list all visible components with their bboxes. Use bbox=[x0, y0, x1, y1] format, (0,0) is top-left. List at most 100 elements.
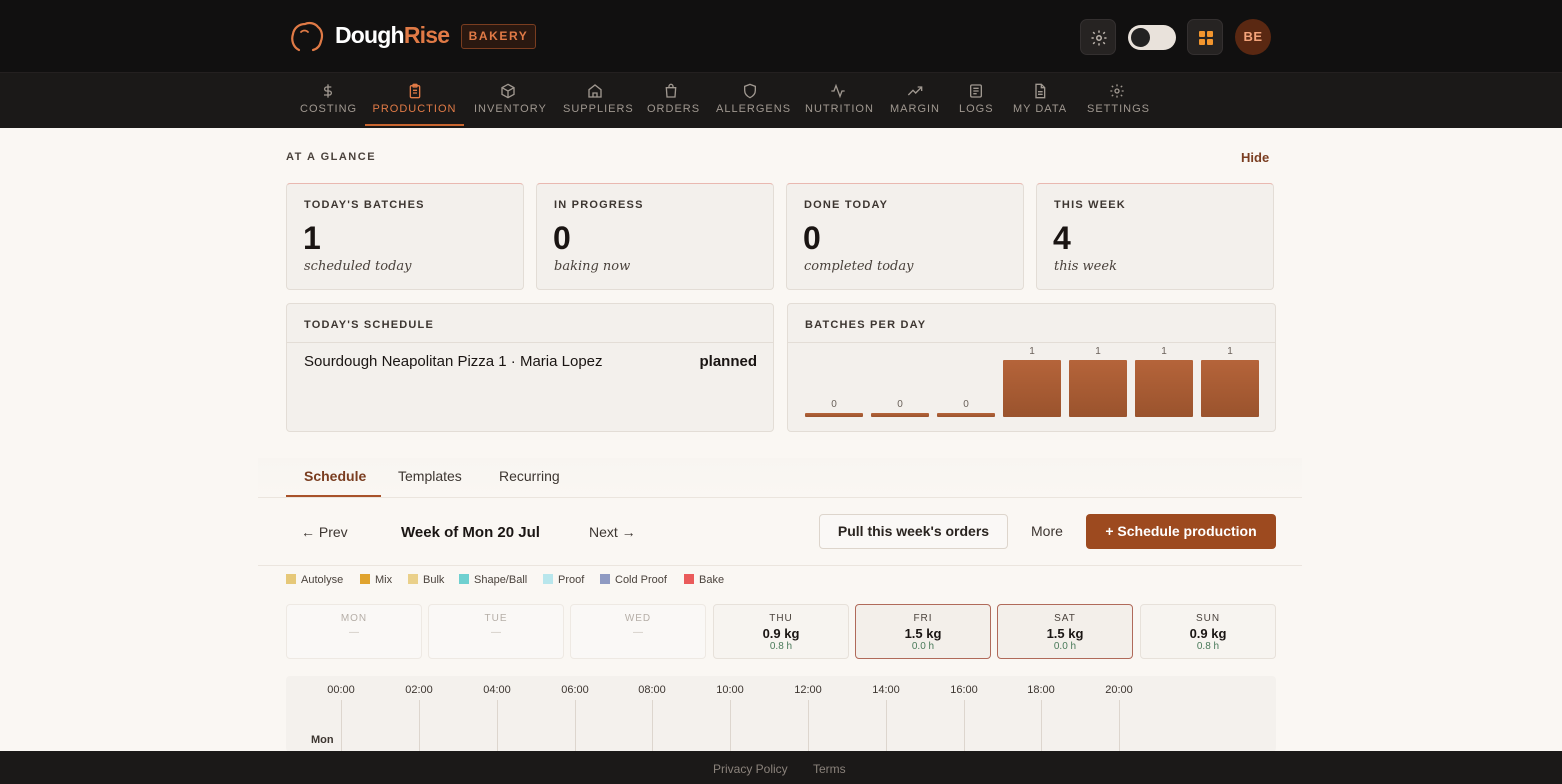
hour-gridline bbox=[575, 700, 576, 752]
prev-week-button[interactable]: ← Prev bbox=[301, 524, 348, 540]
divider bbox=[788, 342, 1275, 343]
nav-my-data[interactable]: MY DATA bbox=[1013, 73, 1067, 128]
hour-label: 12:00 bbox=[794, 684, 822, 696]
nav-settings[interactable]: SETTINGS bbox=[1087, 73, 1149, 128]
day-card-thu[interactable]: THU 0.9 kg 0.8 h bbox=[713, 604, 849, 659]
day-name: SAT bbox=[1054, 613, 1076, 624]
nav-margin[interactable]: MARGIN bbox=[890, 73, 940, 128]
chart-bar bbox=[1069, 360, 1127, 417]
bag-icon bbox=[665, 83, 677, 98]
chart-bar bbox=[937, 413, 995, 417]
hour-gridline bbox=[652, 700, 653, 752]
active-tab-indicator bbox=[286, 495, 381, 497]
user-avatar[interactable]: BE bbox=[1235, 19, 1271, 55]
more-button[interactable]: More bbox=[1031, 523, 1063, 539]
hide-glance-button[interactable]: Hide bbox=[1241, 150, 1269, 165]
hour-gridline bbox=[808, 700, 809, 752]
nav-suppliers[interactable]: SUPPLIERS bbox=[563, 73, 633, 128]
privacy-policy-link[interactable]: Privacy Policy bbox=[713, 762, 788, 776]
nav-production[interactable]: PRODUCTION bbox=[365, 73, 464, 128]
day-kg: — bbox=[633, 627, 643, 638]
day-card-tue[interactable]: TUE — bbox=[428, 604, 564, 659]
day-hours: 0.0 h bbox=[911, 641, 935, 652]
chart-bar bbox=[805, 413, 863, 417]
stat-card-done-today: DONE TODAY 0 completed today bbox=[786, 183, 1024, 290]
hour-gridline bbox=[1041, 700, 1042, 752]
schedule-item[interactable]: Sourdough Neapolitan Pizza 1 · Maria Lop… bbox=[304, 353, 603, 370]
day-card-sun[interactable]: SUN 0.9 kg 0.8 h bbox=[1140, 604, 1276, 659]
nav-label: NUTRITION bbox=[805, 103, 874, 115]
nav-allergens[interactable]: ALLERGENS bbox=[716, 73, 792, 128]
settings-button[interactable] bbox=[1080, 19, 1116, 55]
hour-gridline bbox=[964, 700, 965, 752]
stat-value: 1 bbox=[303, 220, 321, 256]
chart-bar bbox=[1135, 360, 1193, 417]
hour-label: 02:00 bbox=[405, 684, 433, 696]
hour-label: 06:00 bbox=[561, 684, 589, 696]
batches-per-day-card: BATCHES PER DAY 0 0 0 1 1 1 1 bbox=[787, 303, 1276, 432]
nav-label: ALLERGENS bbox=[716, 103, 792, 115]
nav-orders[interactable]: ORDERS bbox=[647, 73, 699, 128]
timeline-row-label: Mon bbox=[311, 734, 334, 746]
hour-gridline bbox=[1119, 700, 1120, 752]
terms-link[interactable]: Terms bbox=[813, 762, 846, 776]
day-card-sat[interactable]: SAT 1.5 kg 0.0 h bbox=[997, 604, 1133, 659]
hour-label: 16:00 bbox=[950, 684, 978, 696]
day-kg: — bbox=[349, 627, 359, 638]
hour-gridline bbox=[886, 700, 887, 752]
day-card-fri[interactable]: FRI 1.5 kg 0.0 h bbox=[855, 604, 991, 659]
day-card-mon[interactable]: MON — bbox=[286, 604, 422, 659]
stat-card-in-progress: IN PROGRESS 0 baking now bbox=[536, 183, 774, 290]
legend-swatch bbox=[543, 574, 553, 584]
pull-orders-button[interactable]: Pull this week's orders bbox=[819, 514, 1008, 549]
apps-button[interactable] bbox=[1187, 19, 1223, 55]
legend-swatch bbox=[360, 574, 370, 584]
stat-card-todays-batches: TODAY'S BATCHES 1 scheduled today bbox=[286, 183, 524, 290]
schedule-status: planned bbox=[699, 353, 757, 370]
theme-toggle[interactable] bbox=[1128, 25, 1176, 50]
nav-inventory[interactable]: INVENTORY bbox=[474, 73, 546, 128]
legend-item-bulk: Bulk bbox=[408, 574, 444, 586]
chart-data-label: 1 bbox=[1029, 346, 1035, 357]
day-hours: 0.0 h bbox=[1053, 641, 1077, 652]
hour-label: 00:00 bbox=[327, 684, 355, 696]
hour-gridline bbox=[341, 700, 342, 752]
next-week-button[interactable]: Next → bbox=[589, 524, 636, 540]
stat-title: IN PROGRESS bbox=[554, 199, 644, 211]
day-hours: 0.8 h bbox=[1196, 641, 1220, 652]
day-hours: 0.8 h bbox=[769, 641, 793, 652]
hour-gridline bbox=[730, 700, 731, 752]
tab-recurring[interactable]: Recurring bbox=[499, 468, 560, 484]
stat-card-this-week: THIS WEEK 4 this week bbox=[1036, 183, 1274, 290]
nav-costing[interactable]: COSTING bbox=[300, 73, 356, 128]
day-name: WED bbox=[624, 613, 652, 624]
nav-label: PRODUCTION bbox=[372, 103, 457, 115]
day-card-wed[interactable]: WED — bbox=[570, 604, 706, 659]
nav-logs[interactable]: LOGS bbox=[959, 73, 993, 128]
tab-schedule[interactable]: Schedule bbox=[304, 468, 366, 484]
hour-label: 18:00 bbox=[1027, 684, 1055, 696]
day-kg: 1.5 kg bbox=[904, 626, 942, 641]
legend-swatch bbox=[408, 574, 418, 584]
legend-swatch bbox=[286, 574, 296, 584]
hour-label: 04:00 bbox=[483, 684, 511, 696]
chart-bar bbox=[1201, 360, 1259, 417]
day-name: MON bbox=[340, 613, 368, 624]
stat-subtitle: baking now bbox=[554, 259, 631, 274]
week-label: Week of Mon 20 Jul bbox=[401, 524, 540, 541]
hour-label: 08:00 bbox=[638, 684, 666, 696]
legend-swatch bbox=[684, 574, 694, 584]
day-kg: — bbox=[491, 627, 501, 638]
business-type-badge: BAKERY bbox=[461, 24, 536, 49]
box-icon bbox=[501, 83, 515, 99]
tab-templates[interactable]: Templates bbox=[398, 468, 462, 484]
gear-icon bbox=[1091, 30, 1107, 46]
stat-value: 0 bbox=[803, 220, 821, 256]
schedule-production-button[interactable]: + Schedule production bbox=[1086, 514, 1276, 549]
hour-gridline bbox=[497, 700, 498, 752]
chart-data-label: 1 bbox=[1095, 346, 1101, 357]
day-kg: 0.9 kg bbox=[1189, 626, 1227, 641]
nav-nutrition[interactable]: NUTRITION bbox=[805, 73, 874, 128]
stat-value: 4 bbox=[1053, 220, 1071, 256]
brand-name[interactable]: DoughRise bbox=[335, 22, 450, 49]
